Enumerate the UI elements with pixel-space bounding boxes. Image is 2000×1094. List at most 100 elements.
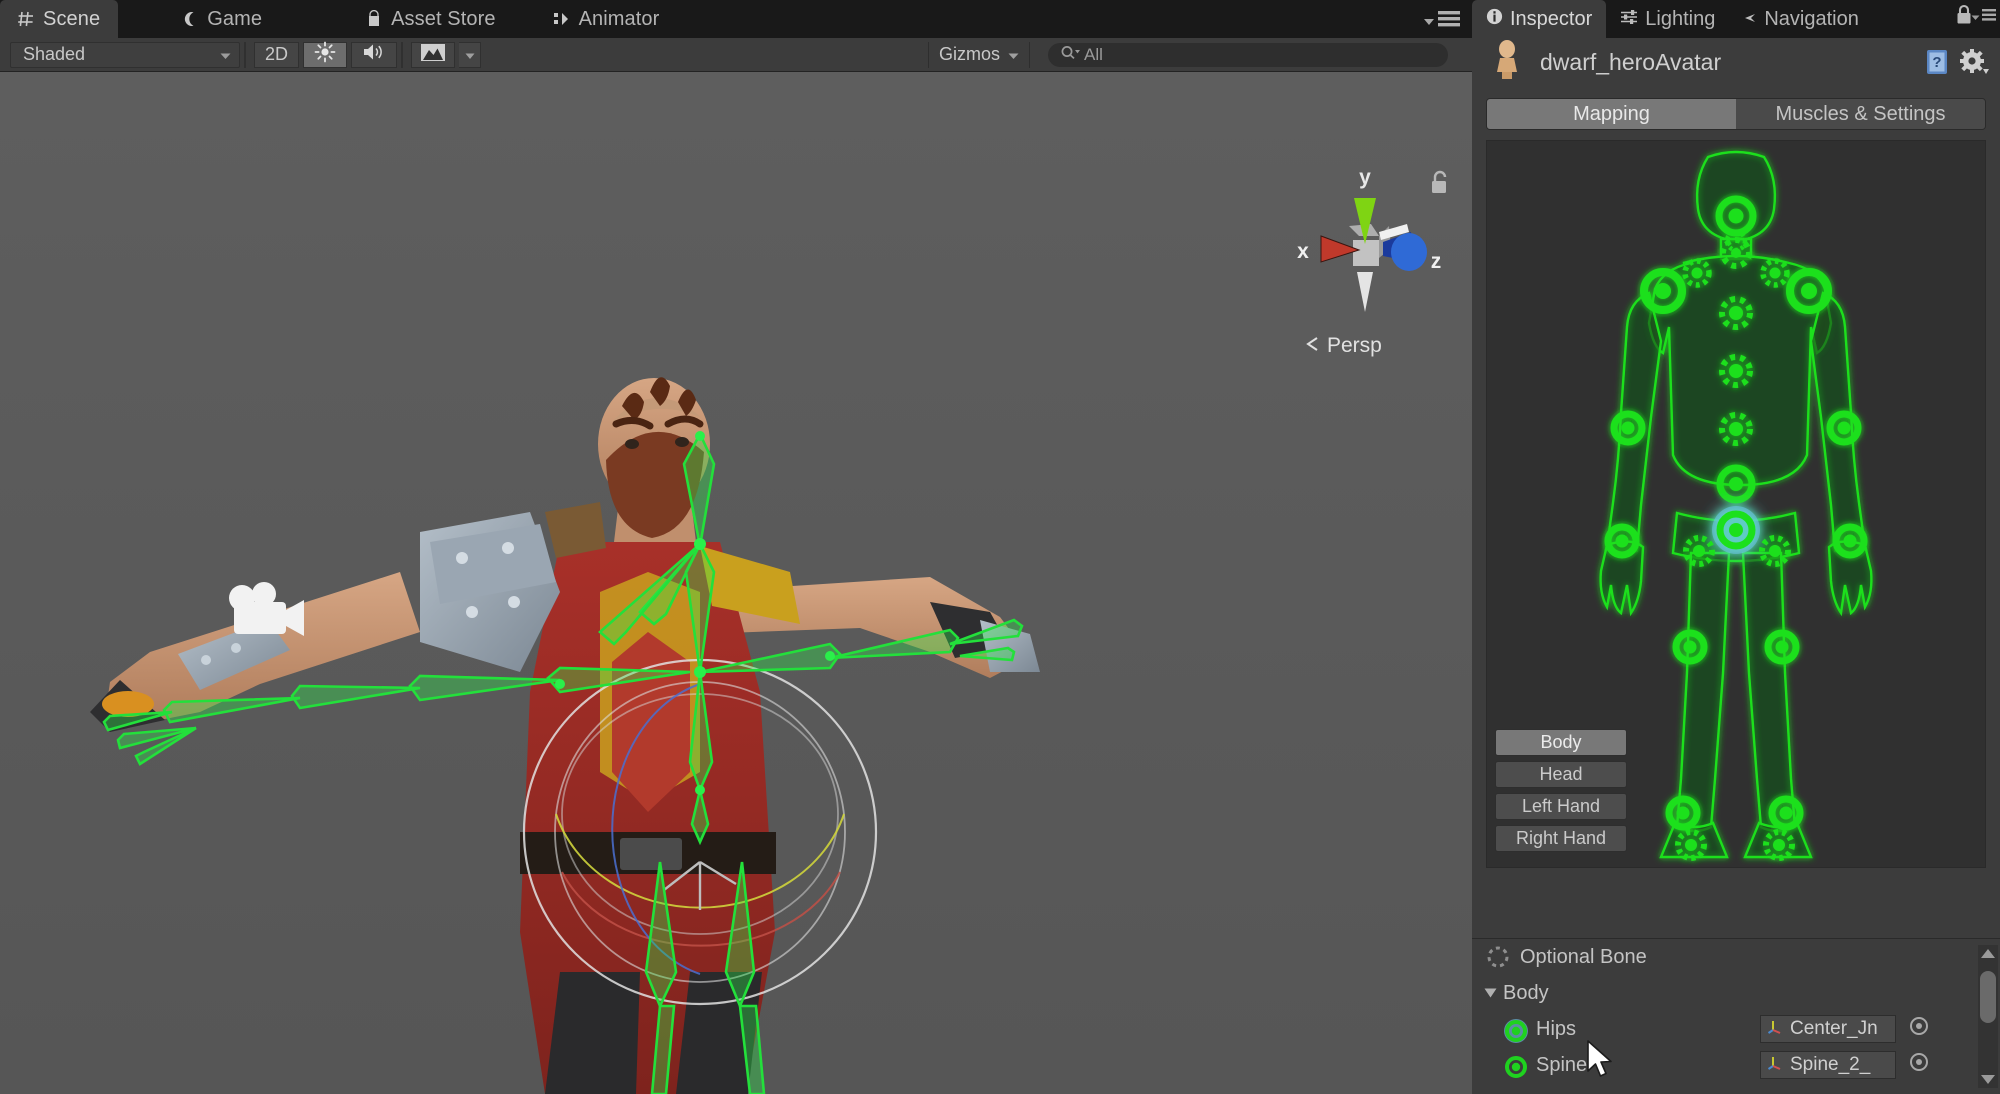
scrollbar-thumb[interactable] <box>1980 971 1996 1023</box>
triangle-down-icon[interactable] <box>1981 1075 1995 1084</box>
toggle-2d-button[interactable]: 2D <box>254 41 300 68</box>
toolbar-divider-2 <box>401 41 404 68</box>
tab-lighting[interactable]: Lighting <box>1606 0 1729 38</box>
object-picker-icon-hips[interactable] <box>1908 1015 1930 1043</box>
tab-lighting-label: Lighting <box>1645 7 1716 30</box>
gear-icon[interactable] <box>1960 48 1990 81</box>
transform-axis-icon <box>1767 1017 1785 1041</box>
tab-muscles-settings[interactable]: Muscles & Settings <box>1736 99 1985 129</box>
table-row[interactable]: Hips Center_Jn <box>1472 1011 2000 1047</box>
avatar-body-map[interactable]: Body Head Left Hand Right Hand <box>1486 140 1986 868</box>
tab-animator[interactable]: Animator <box>536 0 678 38</box>
dashed-circle-icon <box>1486 945 1510 969</box>
body-part-label-right-hand: Right Hand <box>1515 828 1607 848</box>
tab-scene-label: Scene <box>43 7 101 30</box>
store-icon <box>364 9 384 29</box>
bone-value-field-hips[interactable]: Center_Jn <box>1760 1015 1896 1043</box>
inspector-menu-button[interactable] <box>1971 8 1996 26</box>
tab-game[interactable]: Game <box>164 0 280 38</box>
page-title: dwarf_heroAvatar <box>1540 48 1722 75</box>
help-book-icon[interactable]: ? <box>1924 48 1952 81</box>
tab-scene[interactable]: Scene <box>0 0 119 38</box>
toggle-audio-button[interactable] <box>351 41 398 68</box>
bone-status-icon-hips <box>1502 1017 1528 1043</box>
tab-game-label: Game <box>207 7 263 30</box>
optional-bone-legend: Optional Bone <box>1472 939 2000 975</box>
lighting-icon <box>314 41 336 68</box>
scene-render <box>0 72 1472 1094</box>
scene-panel: Scene Game Asset Store Animator Shaded 2… <box>0 0 1472 1094</box>
grid-icon <box>16 9 36 29</box>
unity-editor-window: Scene Game Asset Store Animator Shaded 2… <box>0 0 2000 1094</box>
info-icon <box>1486 8 1503 31</box>
scene-viewport[interactable]: y x z Persp <box>0 72 1472 1094</box>
chevron-down-icon <box>1971 8 1980 26</box>
mode-2d-label: 2D <box>265 44 289 64</box>
body-part-label-left-hand: Left Hand <box>1521 796 1601 816</box>
tab-inspector-label: Inspector <box>1510 7 1593 30</box>
tab-muscles-settings-label: Muscles & Settings <box>1775 102 1946 125</box>
chevron-left-icon <box>1305 334 1321 358</box>
projection-mode-label[interactable]: Persp <box>1305 334 1382 358</box>
tab-navigation-label: Navigation <box>1764 7 1859 30</box>
draw-mode-label: Shaded <box>23 44 86 64</box>
gizmos-label: Gizmos <box>939 44 1001 64</box>
scene-view-lock-icon[interactable] <box>1428 170 1452 201</box>
inspector-tabbar: Inspector Lighting Navigation <box>1472 0 2000 38</box>
svg-text:?: ? <box>1932 54 1941 71</box>
gamepad-icon <box>180 9 200 29</box>
object-picker-icon-spine[interactable] <box>1908 1051 1930 1079</box>
nav-icon <box>1743 8 1757 31</box>
tab-asset-store[interactable]: Asset Store <box>348 0 513 38</box>
table-row[interactable]: Spine Spine_2_ <box>1472 1047 2000 1083</box>
body-part-buttons: Body Head Left Hand Right Hand <box>1495 729 1627 857</box>
tab-navigation[interactable]: Navigation <box>1729 0 1873 38</box>
bone-value-field-spine[interactable]: Spine_2_ <box>1760 1051 1896 1079</box>
axis-x-label: x <box>1297 240 1309 263</box>
body-part-button-head[interactable]: Head <box>1495 761 1627 788</box>
effects-dropdown-button[interactable] <box>459 41 482 68</box>
bone-group-body[interactable]: Body <box>1472 975 2000 1011</box>
bone-label-spine: Spine <box>1536 1053 1588 1076</box>
body-part-label-head: Head <box>1539 764 1583 784</box>
body-part-button-right-hand[interactable]: Right Hand <box>1495 825 1627 852</box>
body-part-label-body: Body <box>1540 732 1582 752</box>
gizmos-dropdown[interactable]: Gizmos <box>928 41 1031 68</box>
inspector-header: dwarf_heroAvatar ? <box>1472 38 2000 86</box>
chevron-down-icon <box>1423 13 1435 31</box>
tab-mapping-label: Mapping <box>1573 102 1650 125</box>
hamburger-icon <box>1982 8 1996 26</box>
audio-icon <box>362 42 386 67</box>
tab-animator-label: Animator <box>578 7 660 30</box>
bone-list-scrollbar[interactable] <box>1978 945 1998 1088</box>
bone-label-hips: Hips <box>1536 1017 1577 1040</box>
avatar-mode-tabs: Mapping Muscles & Settings <box>1486 98 1986 130</box>
tab-asset-store-label: Asset Store <box>391 7 496 30</box>
avatar-mannequin-icon <box>1488 39 1526 86</box>
avatar-joint-hips <box>1712 506 1760 554</box>
body-part-button-left-hand[interactable]: Left Hand <box>1495 793 1627 820</box>
foldout-triangle-icon <box>1484 988 1497 998</box>
draw-mode-dropdown[interactable]: Shaded <box>10 41 240 68</box>
tab-inspector[interactable]: Inspector <box>1472 0 1607 38</box>
bone-value-text-hips: Center_Jn <box>1790 1018 1878 1039</box>
scene-search-input[interactable]: All <box>1048 42 1448 67</box>
toolbar-divider <box>244 41 246 68</box>
chevron-down-icon <box>220 44 231 65</box>
triangle-up-icon[interactable] <box>1981 949 1995 958</box>
bone-value-text-spine: Spine_2_ <box>1790 1054 1871 1075</box>
optional-bone-label: Optional Bone <box>1520 945 1647 968</box>
chevron-down-icon <box>1008 44 1019 65</box>
scene-panel-menu-button[interactable] <box>1423 10 1460 33</box>
toggle-lighting-button[interactable] <box>303 41 348 68</box>
projection-label-text: Persp <box>1327 334 1382 357</box>
tab-mapping[interactable]: Mapping <box>1487 99 1736 129</box>
axis-z-label: z <box>1431 250 1442 273</box>
transform-axis-icon <box>1767 1053 1785 1077</box>
scene-search-value: All <box>1084 44 1103 64</box>
axis-y-label: y <box>1359 166 1371 189</box>
sliders-icon <box>1620 8 1638 31</box>
toggle-effects-button[interactable] <box>411 41 456 68</box>
body-part-button-body[interactable]: Body <box>1495 729 1627 756</box>
inspector-panel: Inspector Lighting Navigation dwarf_hero… <box>1472 0 2000 1094</box>
